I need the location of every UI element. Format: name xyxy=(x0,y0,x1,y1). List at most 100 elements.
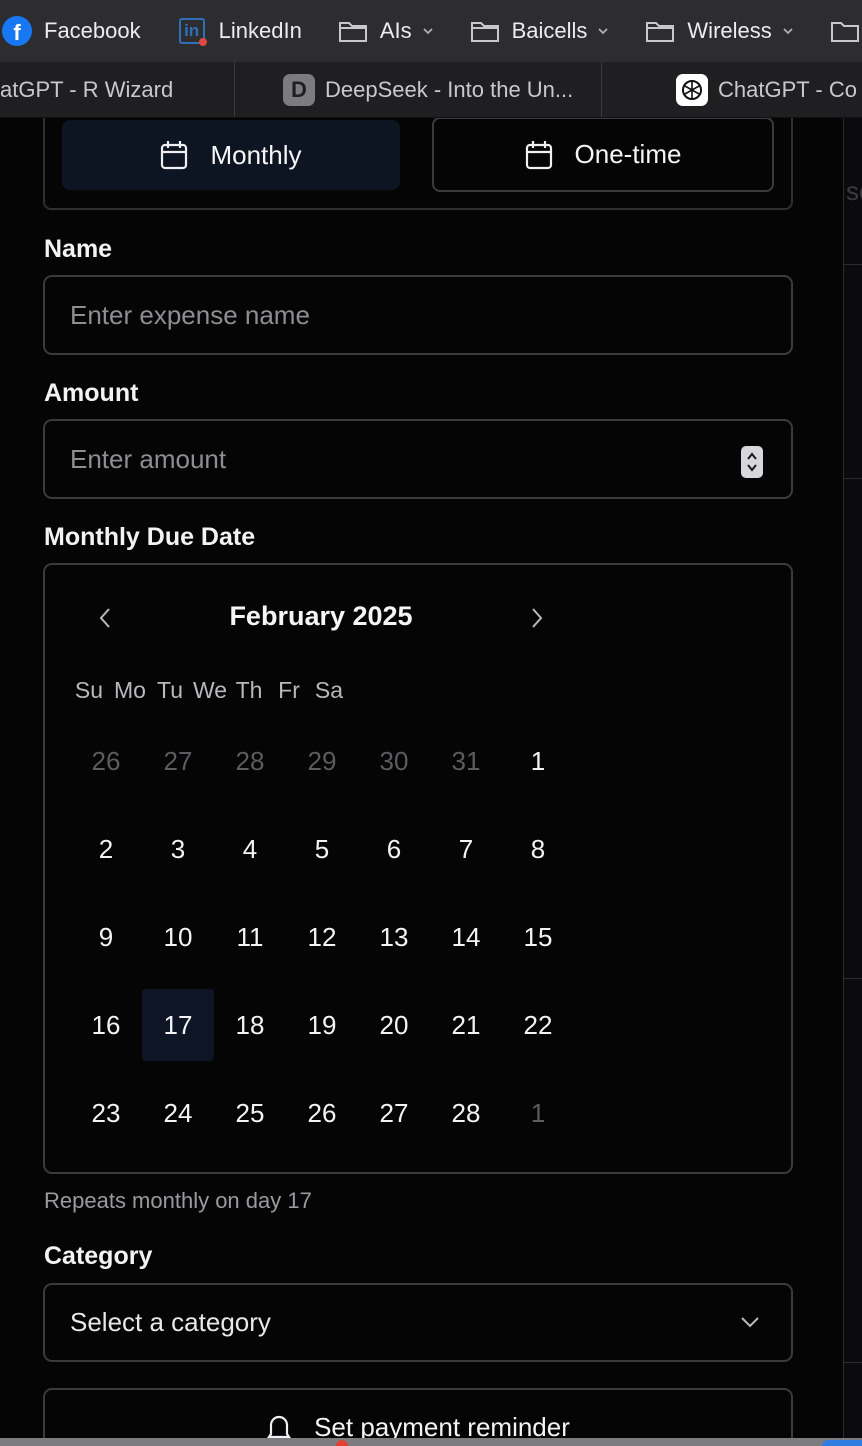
calendar-day[interactable]: 2 xyxy=(70,813,142,885)
calendar-day[interactable]: 11 xyxy=(214,901,286,973)
bookmark-facebook[interactable]: f Facebook xyxy=(2,16,141,46)
due-date-calendar: February 2025 Su Mo Tu We Th Fr Sa 26 27 2… xyxy=(43,563,793,1174)
browser-tab-bar: atGPT - R Wizard D DeepSeek - Into the U… xyxy=(0,62,862,118)
calendar-day[interactable]: 27 xyxy=(142,725,214,797)
chevron-down-icon xyxy=(598,28,609,35)
chevron-down-icon xyxy=(741,1317,759,1328)
calendar-day[interactable]: 19 xyxy=(286,989,358,1061)
expense-form: Monthly One-time Name Enter expense name… xyxy=(0,118,843,1438)
divider xyxy=(844,264,862,265)
calendar-day[interactable]: 26 xyxy=(70,725,142,797)
facebook-icon: f xyxy=(2,16,32,46)
calendar-day[interactable]: 29 xyxy=(286,725,358,797)
amount-placeholder: Enter amount xyxy=(70,443,227,474)
calendar-day[interactable]: 30 xyxy=(358,725,430,797)
calendar-day[interactable]: 3 xyxy=(142,813,214,885)
calendar-day[interactable]: 6 xyxy=(358,813,430,885)
chatgpt-icon xyxy=(676,73,708,106)
calendar-day[interactable]: 25 xyxy=(214,1077,286,1149)
calendar-day[interactable]: 27 xyxy=(358,1077,430,1149)
calendar-day[interactable]: 15 xyxy=(502,901,574,973)
calendar-day[interactable]: 28 xyxy=(430,1077,502,1149)
tab-r-wizard[interactable]: atGPT - R Wizard xyxy=(0,62,234,117)
tab-chatgpt[interactable]: ChatGPT - Co xyxy=(602,62,857,117)
weekday-header: Su xyxy=(74,677,104,703)
calendar-day[interactable]: 1 xyxy=(502,725,574,797)
calendar-day[interactable]: 12 xyxy=(286,901,358,973)
monthly-toggle-button[interactable]: Monthly xyxy=(62,120,400,190)
tab-label: DeepSeek - Into the Un... xyxy=(325,76,574,102)
calendar-day[interactable]: 18 xyxy=(214,989,286,1061)
calendar-day[interactable]: 14 xyxy=(430,901,502,973)
weekday-header: Mo xyxy=(114,677,146,703)
weekday-header: Th xyxy=(235,677,263,703)
divider xyxy=(844,478,862,479)
calendar-day[interactable]: 7 xyxy=(430,813,502,885)
calendar-day[interactable]: 16 xyxy=(70,989,142,1061)
bookmark-label: AIs xyxy=(379,18,412,43)
amount-input[interactable]: Enter amount xyxy=(43,419,793,499)
reminder-label: Set payment reminder xyxy=(314,1412,570,1438)
bottom-edge-strip xyxy=(0,1438,862,1446)
one-time-toggle-button[interactable]: One-time xyxy=(432,118,774,192)
calendar-month-title: February 2025 xyxy=(229,601,413,631)
one-time-label: One-time xyxy=(574,139,682,169)
side-panel-edge: se xyxy=(843,118,862,1438)
chevron-left-icon xyxy=(99,608,110,628)
expense-name-input[interactable]: Enter expense name xyxy=(43,275,793,355)
divider xyxy=(844,978,862,979)
tab-deepseek[interactable]: D DeepSeek - Into the Un... xyxy=(235,62,601,117)
calendar-day[interactable]: 20 xyxy=(358,989,430,1061)
calendar-day[interactable]: 31 xyxy=(430,725,502,797)
calendar-day[interactable]: 28 xyxy=(214,725,286,797)
bookmarks-bar: f Facebook in LinkedIn AIs Baicells Wire… xyxy=(0,0,862,62)
folder-icon xyxy=(645,16,675,46)
bookmark-label: Wireless xyxy=(687,18,772,43)
bookmark-folder-ais[interactable]: AIs xyxy=(338,16,434,46)
name-placeholder: Enter expense name xyxy=(70,299,310,330)
category-select[interactable]: Select a category xyxy=(43,1283,793,1362)
next-month-button[interactable] xyxy=(522,603,552,633)
weekday-header: Tu xyxy=(157,677,183,703)
monthly-label: Monthly xyxy=(210,139,302,170)
name-label: Name xyxy=(44,235,113,263)
folder-icon xyxy=(830,16,860,46)
calendar-day[interactable]: 4 xyxy=(214,813,286,885)
folder-icon xyxy=(338,16,368,46)
weekday-header: Fr xyxy=(278,677,300,703)
calendar-day[interactable]: 10 xyxy=(142,901,214,973)
calendar-day-selected[interactable]: 17 xyxy=(142,989,214,1061)
bookmark-linkedin[interactable]: in LinkedIn xyxy=(177,16,302,46)
weekday-header: We xyxy=(192,677,228,703)
amount-stepper[interactable] xyxy=(741,446,763,478)
weekday-header: Sa xyxy=(314,677,344,703)
calendar-day[interactable]: 1 xyxy=(502,1077,574,1149)
folder-icon xyxy=(470,16,500,46)
calendar-day[interactable]: 26 xyxy=(286,1077,358,1149)
previous-month-button[interactable] xyxy=(90,603,120,633)
calendar-icon xyxy=(161,141,188,170)
bell-icon xyxy=(267,1415,292,1438)
calendar-day[interactable]: 23 xyxy=(70,1077,142,1149)
calendar-day[interactable]: 9 xyxy=(70,901,142,973)
set-reminder-button[interactable]: Set payment reminder xyxy=(43,1388,793,1438)
bookmark-folder-wireless[interactable]: Wireless xyxy=(645,16,793,46)
bookmark-label: Facebook xyxy=(44,18,141,43)
bookmark-folder-partial[interactable] xyxy=(830,16,862,46)
bookmark-folder-baicells[interactable]: Baicells xyxy=(470,16,610,46)
divider xyxy=(844,1362,862,1363)
tab-label: atGPT - R Wizard xyxy=(0,76,174,102)
calendar-day[interactable]: 8 xyxy=(502,813,574,885)
status-dot-blue xyxy=(822,1440,862,1446)
calendar-day[interactable]: 13 xyxy=(358,901,430,973)
stepper-arrows-icon xyxy=(747,452,757,472)
calendar-day[interactable]: 21 xyxy=(430,989,502,1061)
calendar-day[interactable]: 24 xyxy=(142,1077,214,1149)
partial-panel-text: se xyxy=(846,176,862,206)
repeat-helper-text: Repeats monthly on day 17 xyxy=(44,1188,312,1213)
tab-label: ChatGPT - Co xyxy=(718,76,857,102)
chevron-down-icon xyxy=(422,28,433,35)
calendar-day[interactable]: 22 xyxy=(502,989,574,1061)
calendar-day[interactable]: 5 xyxy=(286,813,358,885)
category-label: Category xyxy=(44,1242,153,1270)
